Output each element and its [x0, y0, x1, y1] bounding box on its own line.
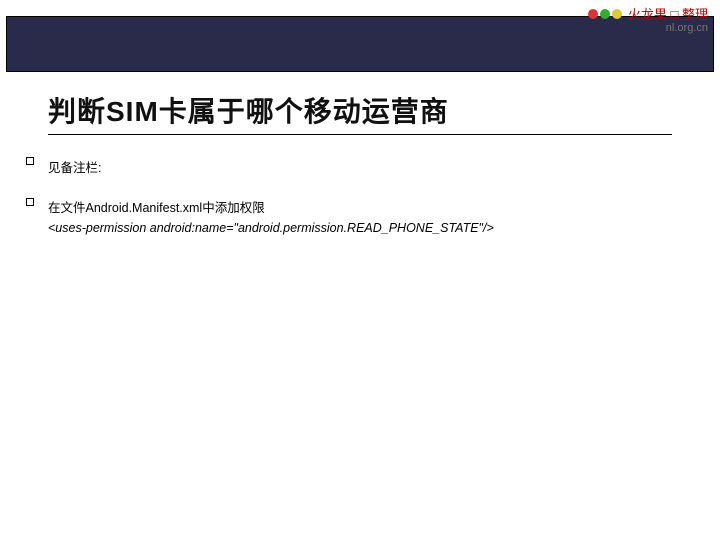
- watermark-logo: [588, 9, 622, 19]
- watermark: 火龙果 □ 整理 nl.org.cn: [588, 4, 708, 23]
- bullet-marker: [26, 198, 34, 206]
- logo-dot-green: [600, 9, 610, 19]
- page-title: 判断SIM卡属于哪个移动运营商: [48, 90, 672, 135]
- logo-dot-yellow: [612, 9, 622, 19]
- note-label: 见备注栏:: [48, 157, 672, 176]
- watermark-text: 火龙果 □ 整理: [628, 4, 708, 23]
- logo-dot-red: [588, 9, 598, 19]
- content-area: 判断SIM卡属于哪个移动运营商 见备注栏: 在文件Android.Manifes…: [48, 90, 672, 238]
- manifest-line: 在文件Android.Manifest.xml中添加权限: [48, 198, 672, 218]
- body-text: 在文件Android.Manifest.xml中添加权限 <uses-permi…: [48, 198, 672, 238]
- top-banner: [6, 16, 714, 72]
- watermark-url: nl.org.cn: [666, 22, 708, 34]
- bullet-marker: [26, 157, 34, 165]
- permission-line: <uses-permission android:name="android.p…: [48, 218, 672, 238]
